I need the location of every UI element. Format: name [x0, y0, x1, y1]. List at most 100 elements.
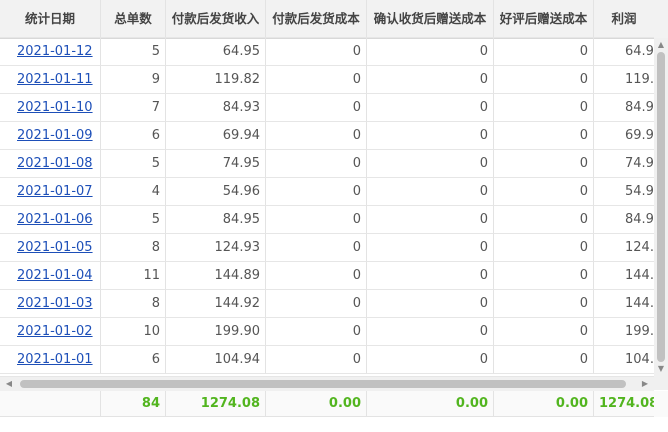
table-row: 2021-01-12 5 64.95 0 0 0 64.9 — [0, 38, 668, 66]
confirm-gift-cost-cell: 0 — [367, 290, 494, 318]
header-date[interactable]: 统计日期 — [0, 0, 101, 38]
profit-cell: 144.8 — [594, 262, 654, 290]
profit-cell: 54.9 — [594, 178, 654, 206]
total-profit: 1274.08 — [594, 391, 654, 417]
date-link[interactable]: 2021-01-10 — [17, 100, 93, 115]
review-gift-cost-cell: 0 — [494, 150, 594, 178]
ship-cost-cell: 0 — [266, 206, 367, 234]
orders-cell: 8 — [101, 290, 166, 318]
horizontal-scrollbar[interactable]: ◀ ▶ — [0, 376, 654, 391]
date-cell: 2021-01-12 — [0, 38, 101, 66]
header-review-gift-cost[interactable]: 好评后赠送成本 — [494, 0, 594, 38]
date-cell: 2021-01-03 — [0, 290, 101, 318]
date-cell: 2021-01-06 — [0, 206, 101, 234]
review-gift-cost-cell: 0 — [494, 66, 594, 94]
confirm-gift-cost-cell: 0 — [367, 94, 494, 122]
vertical-scrollbar[interactable]: ▲ ▼ — [654, 38, 668, 376]
ship-cost-cell: 0 — [266, 178, 367, 206]
revenue-cell: 104.94 — [166, 346, 266, 374]
stats-grid: 统计日期 总单数 付款后发货收入 付款后发货成本 确认收货后赠送成本 好评后赠送… — [0, 0, 668, 432]
revenue-cell: 69.94 — [166, 122, 266, 150]
total-orders: 84 — [101, 391, 166, 417]
orders-cell: 9 — [101, 66, 166, 94]
date-link[interactable]: 2021-01-07 — [17, 184, 93, 199]
orders-cell: 4 — [101, 178, 166, 206]
review-gift-cost-cell: 0 — [494, 206, 594, 234]
confirm-gift-cost-cell: 0 — [367, 206, 494, 234]
table-row: 2021-01-08 5 74.95 0 0 0 74.9 — [0, 150, 668, 178]
profit-cell: 199.9 — [594, 318, 654, 346]
date-link[interactable]: 2021-01-12 — [17, 44, 93, 59]
date-cell: 2021-01-07 — [0, 178, 101, 206]
total-ship-cost: 0.00 — [266, 391, 367, 417]
confirm-gift-cost-cell: 0 — [367, 318, 494, 346]
orders-cell: 5 — [101, 206, 166, 234]
horizontal-scroll-thumb[interactable] — [20, 380, 626, 388]
date-link[interactable]: 2021-01-11 — [17, 72, 93, 87]
table-row: 2021-01-038144.92000144.9 — [0, 290, 668, 318]
orders-cell: 6 — [101, 346, 166, 374]
table-row: 2021-01-07 4 54.96 0 0 0 54.9 — [0, 178, 668, 206]
revenue-cell: 144.89 — [166, 262, 266, 290]
date-link[interactable]: 2021-01-01 — [17, 352, 93, 367]
review-gift-cost-cell: 0 — [494, 234, 594, 262]
date-cell: 2021-01-10 — [0, 94, 101, 122]
table-header-row: 统计日期 总单数 付款后发货收入 付款后发货成本 确认收货后赠送成本 好评后赠送… — [0, 0, 668, 39]
profit-cell: 64.9 — [594, 38, 654, 66]
profit-cell: 119.8 — [594, 66, 654, 94]
confirm-gift-cost-cell: 0 — [367, 150, 494, 178]
header-orders[interactable]: 总单数 — [101, 0, 166, 38]
ship-cost-cell: 0 — [266, 346, 367, 374]
ship-cost-cell: 0 — [266, 94, 367, 122]
header-ship-cost[interactable]: 付款后发货成本 — [266, 0, 367, 38]
total-revenue: 1274.08 — [166, 391, 266, 417]
date-link[interactable]: 2021-01-02 — [17, 324, 93, 339]
vertical-scroll-thumb[interactable] — [657, 52, 665, 362]
total-confirm-gift-cost: 0.00 — [367, 391, 494, 417]
review-gift-cost-cell: 0 — [494, 38, 594, 66]
ship-cost-cell: 0 — [266, 150, 367, 178]
review-gift-cost-cell: 0 — [494, 178, 594, 206]
review-gift-cost-cell: 0 — [494, 94, 594, 122]
orders-cell: 7 — [101, 94, 166, 122]
ship-cost-cell: 0 — [266, 38, 367, 66]
table-row: 2021-01-10 7 84.93 0 0 0 84.9 — [0, 94, 668, 122]
date-link[interactable]: 2021-01-03 — [17, 296, 93, 311]
revenue-cell: 119.82 — [166, 66, 266, 94]
totals-row: 84 1274.08 0.00 0.00 0.00 1274.08 — [0, 391, 668, 417]
date-link[interactable]: 2021-01-04 — [17, 268, 93, 283]
revenue-cell: 74.95 — [166, 150, 266, 178]
revenue-cell: 124.93 — [166, 234, 266, 262]
date-link[interactable]: 2021-01-05 — [17, 240, 93, 255]
review-gift-cost-cell: 0 — [494, 318, 594, 346]
date-cell: 2021-01-01 — [0, 346, 101, 374]
confirm-gift-cost-cell: 0 — [367, 66, 494, 94]
date-cell: 2021-01-08 — [0, 150, 101, 178]
total-date — [0, 391, 101, 417]
revenue-cell: 199.90 — [166, 318, 266, 346]
date-link[interactable]: 2021-01-08 — [17, 156, 93, 171]
date-link[interactable]: 2021-01-09 — [17, 128, 93, 143]
orders-cell: 11 — [101, 262, 166, 290]
header-confirm-gift-cost[interactable]: 确认收货后赠送成本 — [367, 0, 494, 38]
confirm-gift-cost-cell: 0 — [367, 122, 494, 150]
orders-cell: 10 — [101, 318, 166, 346]
scroll-up-icon[interactable]: ▲ — [654, 38, 668, 52]
table-row: 2021-01-058124.93000124.9 — [0, 234, 668, 262]
header-profit[interactable]: 利润 — [594, 0, 654, 38]
confirm-gift-cost-cell: 0 — [367, 234, 494, 262]
profit-cell: 84.9 — [594, 94, 654, 122]
revenue-cell: 84.95 — [166, 206, 266, 234]
header-revenue[interactable]: 付款后发货收入 — [166, 0, 266, 38]
table-row: 2021-01-119119.82000119.8 — [0, 66, 668, 94]
confirm-gift-cost-cell: 0 — [367, 38, 494, 66]
date-link[interactable]: 2021-01-06 — [17, 212, 93, 227]
ship-cost-cell: 0 — [266, 290, 367, 318]
scroll-right-icon[interactable]: ▶ — [638, 377, 652, 391]
table-row: 2021-01-06 5 84.95 0 0 0 84.9 — [0, 206, 668, 234]
scroll-down-icon[interactable]: ▼ — [654, 362, 668, 376]
scroll-left-icon[interactable]: ◀ — [2, 377, 16, 391]
profit-cell: 69.9 — [594, 122, 654, 150]
table-row: 2021-01-0411144.89000144.8 — [0, 262, 668, 290]
date-cell: 2021-01-02 — [0, 318, 101, 346]
